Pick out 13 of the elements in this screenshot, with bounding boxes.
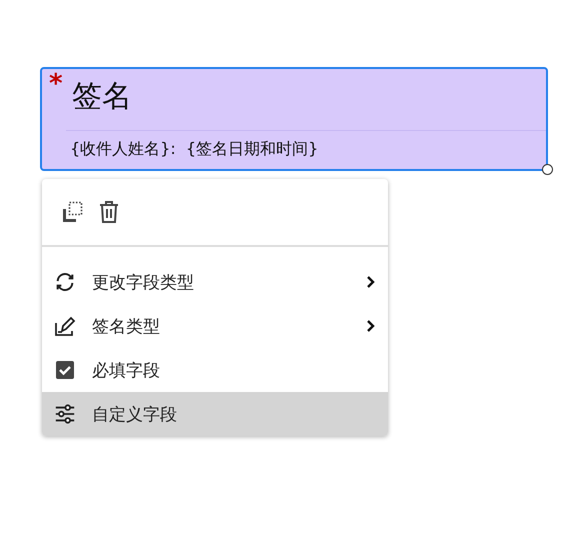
sliders-icon xyxy=(54,403,76,425)
signature-field[interactable]: * 签名 {收件人姓名}: {签名日期和时间} xyxy=(40,67,548,171)
signature-pen-icon xyxy=(53,314,77,338)
refresh-icon xyxy=(54,271,76,293)
menu-item[interactable]: 自定义字段 xyxy=(42,392,388,436)
checkbox[interactable] xyxy=(55,360,75,380)
field-subtitle: {收件人姓名}: {签名日期和时间} xyxy=(70,139,318,160)
menu-item[interactable]: 必填字段 xyxy=(42,348,388,392)
resize-handle[interactable] xyxy=(542,164,553,175)
menu-item[interactable]: 更改字段类型 xyxy=(42,260,388,304)
required-mark: * xyxy=(49,71,63,97)
menu-item[interactable]: 签名类型 xyxy=(42,304,388,348)
field-title: 签名 xyxy=(72,79,132,115)
